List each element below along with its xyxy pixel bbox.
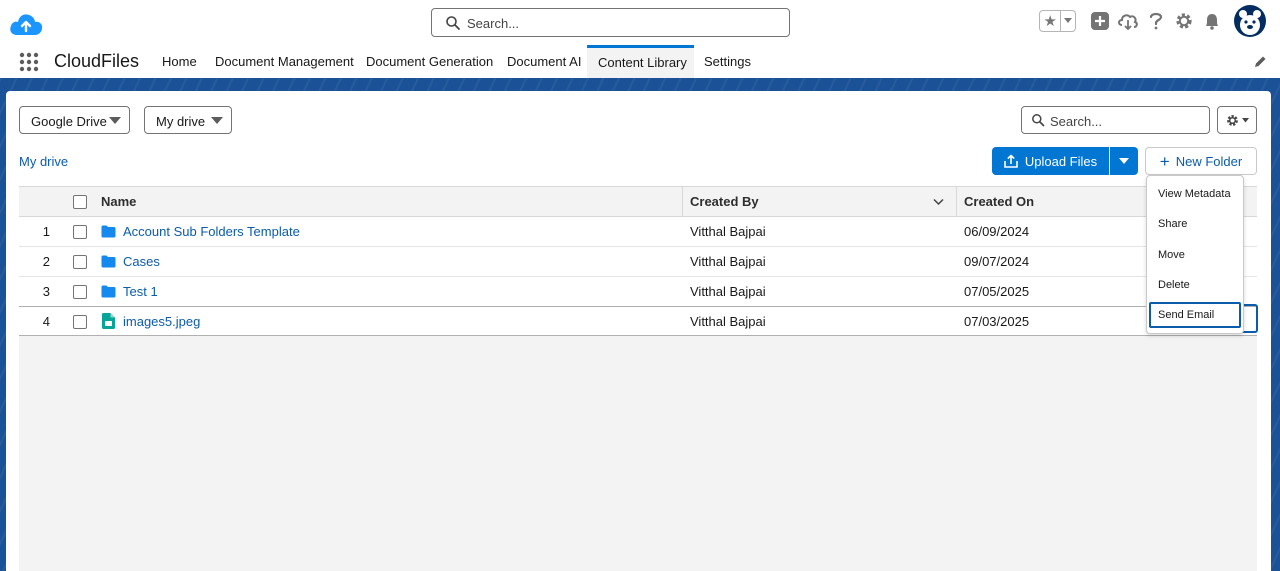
- upload-files-button[interactable]: Upload Files: [992, 147, 1109, 175]
- chevron-down-icon: [1241, 117, 1249, 122]
- global-add-icon: [1091, 12, 1109, 30]
- settings-menu-button[interactable]: [1217, 106, 1257, 134]
- row-number: 2: [42, 254, 50, 269]
- row-number: 4: [42, 314, 50, 329]
- file-search-placeholder: Search...: [1050, 114, 1103, 129]
- notifications-bell-icon: [1206, 14, 1218, 30]
- image-file-icon: [102, 313, 115, 329]
- setup-button[interactable]: [1174, 11, 1194, 31]
- menu-item-move[interactable]: Move: [1149, 242, 1241, 268]
- created-by-cell: Vitthal Bajpai: [690, 224, 766, 239]
- file-name-link[interactable]: Test 1: [123, 277, 158, 306]
- setup-gear-icon: [1176, 13, 1192, 29]
- row-actions-button[interactable]: [1242, 304, 1258, 333]
- row-checkbox[interactable]: [73, 285, 87, 299]
- cloud-logo-icon[interactable]: [8, 10, 44, 38]
- row-checkbox[interactable]: [73, 225, 87, 239]
- gear-icon: [1226, 114, 1238, 126]
- file-name-link[interactable]: images5.jpeg: [123, 307, 200, 336]
- favorites-menu-button[interactable]: [1061, 11, 1075, 31]
- column-divider: [956, 187, 957, 217]
- file-name-link[interactable]: Cases: [123, 247, 160, 276]
- new-folder-label: New Folder: [1175, 153, 1243, 169]
- trailhead-button[interactable]: [1118, 11, 1138, 31]
- chevron-down-icon: [1119, 158, 1129, 164]
- tab-document-ai[interactable]: Document AI: [496, 45, 592, 78]
- row-number: 1: [42, 224, 50, 239]
- edit-nav-pencil-icon[interactable]: [1253, 55, 1267, 69]
- favorites-button-group[interactable]: ★: [1039, 10, 1076, 32]
- content-library-card: Google Drive My drive Search... My drive…: [6, 91, 1271, 571]
- app-navigation-bar: CloudFiles Home Document Management Docu…: [0, 45, 1280, 78]
- folder-icon: [101, 285, 116, 298]
- files-table: Name Created By Created On 1 Account Sub…: [19, 186, 1257, 571]
- tab-home[interactable]: Home: [151, 45, 208, 78]
- menu-item-send-email[interactable]: Send Email: [1149, 302, 1241, 328]
- tab-content-library[interactable]: Content Library: [587, 45, 694, 78]
- menu-item-view-metadata[interactable]: View Metadata: [1149, 181, 1241, 207]
- storage-source-select[interactable]: Google Drive: [19, 106, 130, 134]
- table-header: Name Created By Created On: [19, 187, 1257, 217]
- search-icon: [1032, 114, 1045, 127]
- folder-icon: [101, 225, 116, 238]
- created-by-cell: Vitthal Bajpai: [690, 254, 766, 269]
- chevron-down-icon: [109, 117, 121, 124]
- breadcrumb-my-drive[interactable]: My drive: [19, 154, 68, 169]
- chevron-down-icon: [1064, 18, 1073, 23]
- tab-document-generation[interactable]: Document Generation: [355, 45, 504, 78]
- help-icon: [1149, 12, 1163, 30]
- global-search-input[interactable]: Search...: [431, 8, 790, 37]
- column-divider: [682, 187, 683, 217]
- user-avatar-icon[interactable]: [1234, 5, 1266, 37]
- row-actions-menu: View Metadata Share Move Delete Send Ema…: [1146, 175, 1244, 334]
- header-utility-icons: ★: [1039, 5, 1266, 37]
- storage-source-value: Google Drive: [31, 114, 107, 129]
- table-row[interactable]: 4 images5.jpeg Vitthal Bajpai 07/03/2025: [19, 306, 1257, 336]
- trailhead-icon: [1118, 14, 1138, 30]
- app-name: CloudFiles: [54, 51, 140, 71]
- created-on-cell: 09/07/2024: [964, 254, 1030, 269]
- new-folder-button[interactable]: + New Folder: [1145, 147, 1257, 175]
- upload-options-dropdown[interactable]: [1110, 147, 1138, 175]
- table-row[interactable]: 2 Cases Vitthal Bajpai 09/07/2024: [19, 247, 1257, 277]
- created-on-cell: 06/09/2024: [964, 224, 1030, 239]
- table-row[interactable]: 3 Test 1 Vitthal Bajpai 07/05/2025: [19, 277, 1257, 307]
- astro-avatar-icon: [1239, 10, 1261, 35]
- row-checkbox[interactable]: [73, 315, 87, 329]
- column-header-created-on[interactable]: Created On: [964, 187, 1034, 217]
- search-icon: [446, 16, 460, 30]
- global-header: Search... ★: [0, 0, 1280, 45]
- plus-icon: +: [1159, 151, 1170, 171]
- favorites-star-icon[interactable]: ★: [1040, 11, 1062, 31]
- chevron-down-icon[interactable]: [933, 198, 944, 206]
- file-name-link[interactable]: Account Sub Folders Template: [123, 217, 300, 246]
- menu-item-share[interactable]: Share: [1149, 211, 1241, 237]
- tab-settings[interactable]: Settings: [693, 45, 762, 78]
- upload-files-label: Upload Files: [1024, 153, 1098, 169]
- created-on-cell: 07/03/2025: [964, 314, 1030, 329]
- row-number: 3: [42, 284, 50, 299]
- created-by-cell: Vitthal Bajpai: [690, 284, 766, 299]
- notifications-button[interactable]: [1202, 11, 1222, 31]
- drive-select[interactable]: My drive: [144, 106, 232, 134]
- column-header-created-by[interactable]: Created By: [690, 187, 759, 217]
- file-search-input[interactable]: Search...: [1021, 106, 1210, 134]
- folder-icon: [101, 255, 116, 268]
- app-launcher-icon[interactable]: [19, 52, 39, 72]
- chevron-down-icon: [211, 117, 223, 124]
- help-button[interactable]: [1146, 11, 1166, 31]
- column-header-name[interactable]: Name: [101, 187, 136, 217]
- upload-icon: [1004, 154, 1018, 168]
- created-on-cell: 07/05/2025: [964, 284, 1030, 299]
- tab-document-management[interactable]: Document Management: [204, 45, 365, 78]
- select-all-checkbox[interactable]: [73, 195, 87, 209]
- global-search-placeholder: Search...: [467, 16, 520, 31]
- row-checkbox[interactable]: [73, 255, 87, 269]
- created-by-cell: Vitthal Bajpai: [690, 314, 766, 329]
- drive-select-value: My drive: [156, 114, 206, 129]
- menu-item-delete[interactable]: Delete: [1149, 272, 1241, 298]
- global-add-button[interactable]: [1090, 11, 1110, 31]
- table-row[interactable]: 1 Account Sub Folders Template Vitthal B…: [19, 217, 1257, 247]
